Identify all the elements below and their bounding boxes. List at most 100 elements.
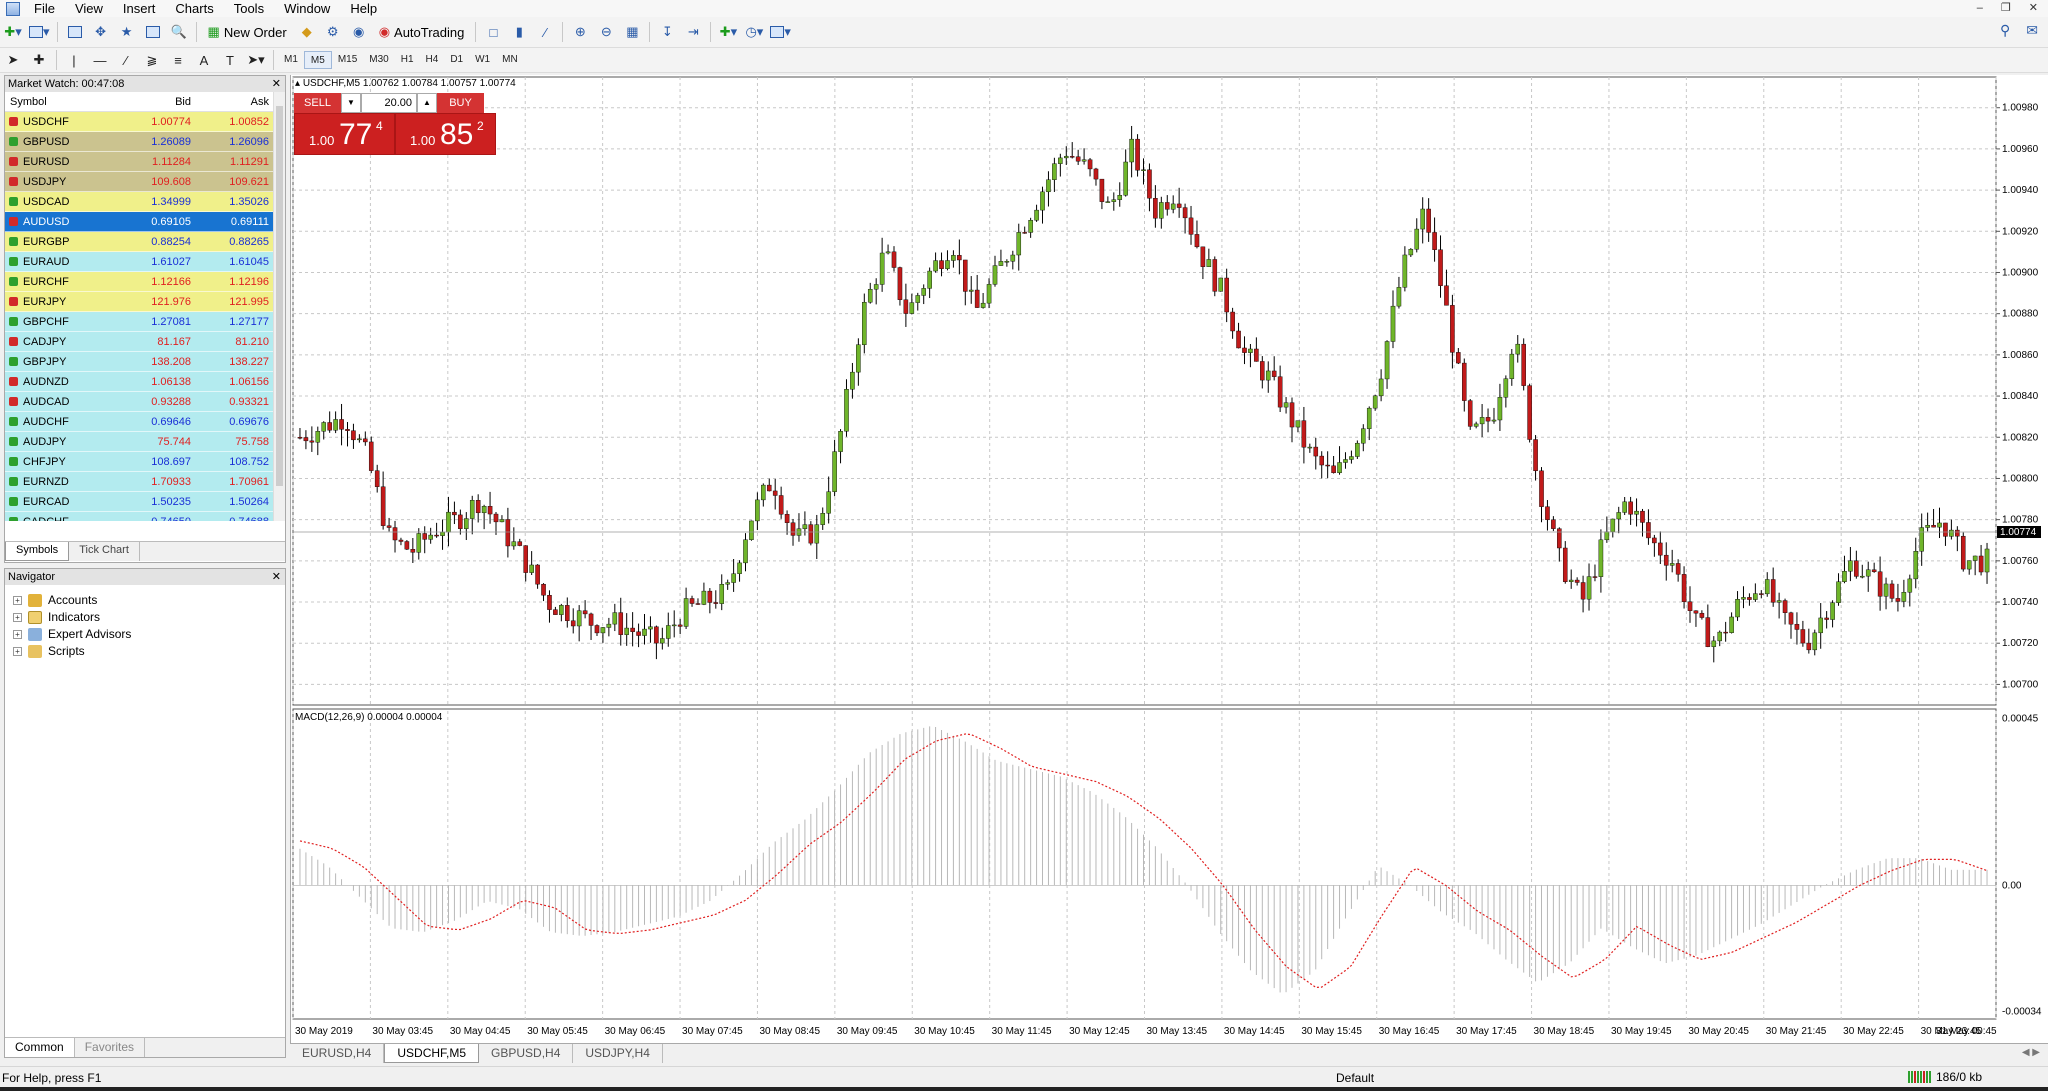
table-row[interactable]: CADJPY 81.167 81.210 (5, 332, 285, 352)
timeframe-m15[interactable]: M15 (332, 51, 363, 69)
autotrading-button[interactable]: ◉ AutoTrading (374, 21, 470, 43)
lot-dropdown-icon[interactable]: ▼ (341, 93, 361, 113)
table-row[interactable]: USDCHF 1.00774 1.00852 (5, 112, 285, 132)
table-row[interactable]: CADCHF 0.746500.74688 (5, 512, 285, 521)
autoscroll-icon[interactable]: ↧ (656, 21, 678, 43)
new-chart-button[interactable]: ✚ ▾ (2, 21, 24, 43)
line-chart-icon[interactable]: ∕ (534, 21, 556, 43)
terminal-toggle-icon[interactable] (142, 21, 164, 43)
table-row[interactable]: CHFJPY 108.697 108.752 (5, 452, 285, 472)
buy-price-button[interactable]: 1.00 85 2 (395, 113, 496, 155)
timeframe-w1[interactable]: W1 (469, 51, 496, 69)
templates-icon[interactable]: ▾ (769, 21, 792, 43)
symbol-column-header[interactable]: Symbol (5, 92, 117, 111)
nav-item-expert-advisors[interactable]: + Expert Advisors (13, 627, 131, 641)
tab-usdjpy-h4[interactable]: USDJPY,H4 (573, 1044, 663, 1063)
tab-tick-chart[interactable]: Tick Chart (69, 542, 140, 561)
tile-windows-icon[interactable]: ▦ (621, 21, 643, 43)
minimize-icon[interactable]: – (1977, 0, 1983, 17)
table-row[interactable]: EURAUD 1.61027 1.61045 (5, 252, 285, 272)
expand-icon[interactable]: + (13, 646, 22, 656)
timeframe-d1[interactable]: D1 (444, 51, 469, 69)
zoom-in-icon[interactable]: ⊕ (569, 21, 591, 43)
price-chart[interactable]: 1.009801.009601.009401.009201.009001.008… (291, 75, 2048, 1041)
search-icon[interactable]: ⚲ (2000, 22, 2010, 39)
nav-item-accounts[interactable]: + Accounts (13, 593, 97, 607)
table-row[interactable]: EURGBP 0.88254 0.88265 (5, 232, 285, 252)
tab-scroll-arrows-icon[interactable]: ◀ ▶ (2022, 1047, 2040, 1058)
tab-favorites[interactable]: Favorites (75, 1038, 146, 1057)
table-row[interactable]: AUDCHF 0.69646 0.69676 (5, 412, 285, 432)
sell-price-button[interactable]: 1.00 77 4 (294, 113, 395, 155)
restore-icon[interactable]: ❐ (2001, 0, 2011, 17)
timeframe-mn[interactable]: MN (496, 51, 524, 69)
table-row[interactable]: GBPJPY 138.208 138.227 (5, 352, 285, 372)
table-row[interactable]: GBPCHF 1.27081 1.27177 (5, 312, 285, 332)
table-row[interactable]: GBPUSD 1.26089 1.26096 (5, 132, 285, 152)
zoom-out-icon[interactable]: ⊖ (595, 21, 617, 43)
tab-common[interactable]: Common (5, 1038, 75, 1057)
timeframe-m5[interactable]: M5 (303, 51, 332, 69)
text-icon[interactable]: A (193, 49, 215, 71)
vertical-line-icon[interactable]: | (63, 49, 85, 71)
market-watch-scrollbar[interactable] (273, 92, 285, 521)
tab-eurusd-h4[interactable]: EURUSD,H4 (290, 1044, 385, 1063)
bid-column-header[interactable]: Bid (117, 92, 195, 111)
trendline-icon[interactable]: ∕ (115, 49, 137, 71)
buy-button-label[interactable]: BUY (437, 93, 484, 113)
cursor-icon[interactable]: ➤ (2, 49, 24, 71)
table-row[interactable]: AUDJPY 75.744 75.758 (5, 432, 285, 452)
nav-item-indicators[interactable]: + Indicators (13, 610, 100, 624)
table-row[interactable]: AUDNZD 1.06138 1.06156 (5, 372, 285, 392)
table-row[interactable]: EURCHF 1.12166 1.12196 (5, 272, 285, 292)
tab-usdchf-m5[interactable]: USDCHF,M5 (384, 1044, 480, 1063)
timeframe-h4[interactable]: H4 (420, 51, 445, 69)
indicators-list-icon[interactable]: ✚ ▾ (717, 21, 739, 43)
nav-item-scripts[interactable]: + Scripts (13, 644, 85, 658)
bar-chart-icon[interactable]: □ (482, 21, 504, 43)
close-icon[interactable]: ✕ (272, 76, 281, 92)
chart-window[interactable]: 1.00980 1.00960 1.00940 1.00920 1.00900 1.008… (290, 75, 2048, 1051)
navigator-toggle-icon[interactable]: ★ (116, 21, 138, 43)
candlestick-chart-icon[interactable]: ▮ (508, 21, 530, 43)
ask-column-header[interactable]: Ask (195, 92, 273, 111)
tab-symbols[interactable]: Symbols (5, 542, 70, 561)
table-row[interactable]: EURUSD 1.11284 1.11291 (5, 152, 285, 172)
horizontal-line-icon[interactable]: — (89, 49, 111, 71)
menu-view[interactable]: View (67, 0, 115, 17)
expand-icon[interactable]: + (13, 595, 22, 605)
menu-window[interactable]: Window (276, 0, 342, 17)
signals-icon[interactable]: ⚙ (322, 21, 344, 43)
table-row[interactable]: EURCAD 1.50235 1.50264 (5, 492, 285, 512)
new-order-button[interactable]: ▦ New Order (203, 21, 292, 43)
table-row[interactable]: USDJPY 109.608 109.621 (5, 172, 285, 192)
timeframe-m30[interactable]: M30 (363, 51, 394, 69)
expand-icon[interactable]: + (13, 612, 22, 622)
data-window-icon[interactable]: ✥ (90, 21, 112, 43)
timeframe-h1[interactable]: H1 (395, 51, 420, 69)
chart-collapse-icon[interactable]: ▴ (295, 78, 300, 89)
close-icon[interactable]: ✕ (2029, 0, 2038, 17)
lot-size-input[interactable]: 20.00 (361, 93, 417, 113)
market-icon[interactable]: ◉ (348, 21, 370, 43)
fibonacci-icon[interactable]: ≡ (167, 49, 189, 71)
chat-icon[interactable]: ✉ (2026, 22, 2038, 39)
timeframe-m1[interactable]: M1 (278, 51, 304, 69)
table-row[interactable]: EURNZD 1.70933 1.70961 (5, 472, 285, 492)
periods-icon[interactable]: ◷▾ (743, 21, 765, 43)
menu-tools[interactable]: Tools (226, 0, 276, 17)
strategy-tester-icon[interactable]: 🔍 (168, 21, 190, 43)
table-row[interactable]: EURJPY 121.976 121.995 (5, 292, 285, 312)
expand-icon[interactable]: + (13, 629, 22, 639)
text-label-icon[interactable]: T (219, 49, 241, 71)
chart-shift-icon[interactable]: ⇥ (682, 21, 704, 43)
scrollbar-thumb[interactable] (276, 106, 283, 486)
menu-file[interactable]: File (26, 0, 67, 17)
menu-charts[interactable]: Charts (167, 0, 225, 17)
lot-increase-icon[interactable]: ▲ (417, 93, 437, 113)
table-row[interactable]: USDCAD 1.34999 1.35026 (5, 192, 285, 212)
equidistant-channel-icon[interactable]: ⫺ (141, 49, 163, 71)
metaeditor-icon[interactable]: ◆ (296, 21, 318, 43)
arrows-icon[interactable]: ➤▾ (245, 49, 267, 71)
menu-help[interactable]: Help (342, 0, 389, 17)
